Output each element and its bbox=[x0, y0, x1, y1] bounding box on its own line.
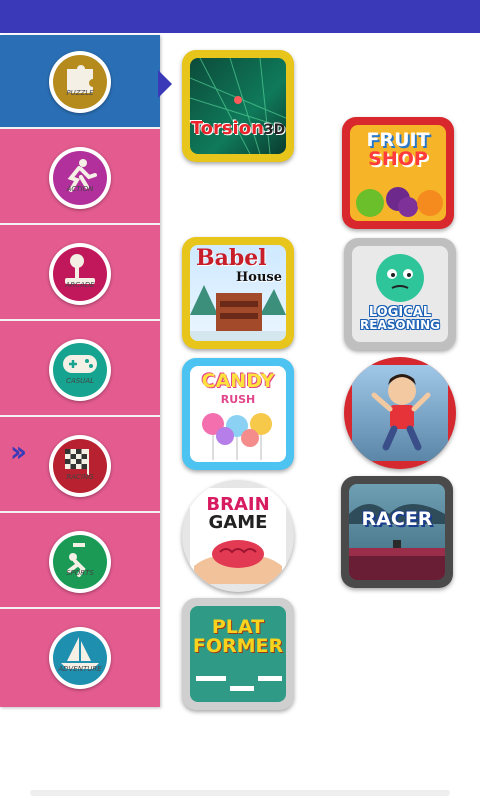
category-label: ARCADE bbox=[65, 281, 95, 289]
game-title: CANDY RUSH bbox=[201, 370, 275, 406]
game-candy-rush[interactable]: CANDY RUSH bbox=[182, 358, 294, 470]
puzzle-badge: PUZZLE bbox=[49, 51, 111, 113]
grid-tunnel-icon bbox=[190, 58, 286, 154]
game-fruit-shop[interactable]: FRUIT SHOP bbox=[342, 117, 454, 229]
category-sidebar: PUZZLE ACTION ARCADE CASUAL RACING SPORT… bbox=[0, 35, 160, 707]
category-action[interactable]: ACTION bbox=[0, 131, 160, 225]
game-title: FRUIT SHOP bbox=[366, 129, 430, 170]
category-arcade[interactable]: ARCADE bbox=[0, 227, 160, 321]
action-badge: ACTION bbox=[49, 147, 111, 209]
game-title: Torsion3D bbox=[190, 118, 286, 139]
game-title: PLAT FORMER bbox=[192, 616, 284, 657]
action-icon bbox=[67, 159, 97, 192]
sports-icon bbox=[67, 543, 86, 577]
empty-slot bbox=[340, 45, 458, 105]
game-title: RACER bbox=[361, 508, 433, 530]
game-title: BRAIN GAME bbox=[206, 494, 270, 533]
category-racing[interactable]: RACING bbox=[0, 419, 160, 513]
adventure-icon bbox=[61, 637, 99, 669]
game-thumbnail bbox=[352, 365, 448, 461]
game-torsion-3d[interactable]: Torsion3D bbox=[182, 50, 294, 162]
category-label: RACING bbox=[66, 473, 94, 481]
status-bar bbox=[0, 0, 480, 33]
selected-category-pointer bbox=[158, 70, 172, 98]
category-label: SPORTS bbox=[66, 569, 94, 577]
game-brain-game[interactable]: BRAIN GAME bbox=[182, 480, 294, 592]
racing-badge: RACING bbox=[49, 435, 111, 497]
arcade-icon bbox=[65, 254, 95, 284]
game-racer[interactable]: RACER bbox=[341, 476, 453, 588]
game-title: Babel House bbox=[196, 245, 282, 285]
category-sports[interactable]: SPORTS bbox=[0, 515, 160, 609]
category-label: ACTION bbox=[66, 185, 94, 193]
category-puzzle[interactable]: PUZZLE bbox=[0, 35, 160, 129]
category-label: CASUAL bbox=[66, 377, 94, 385]
game-boy-adventure[interactable] bbox=[344, 357, 456, 469]
puzzle-icon bbox=[67, 65, 93, 93]
casual-badge: CASUAL bbox=[49, 339, 111, 401]
double-chevron-right-icon: ›› bbox=[10, 435, 27, 468]
bottom-scroll-indicator bbox=[30, 790, 450, 796]
racer-scene-icon bbox=[349, 504, 445, 580]
game-babel-house[interactable]: Babel House bbox=[182, 237, 294, 349]
game-title: LOGICAL REASONING bbox=[360, 305, 440, 332]
category-adventure[interactable]: ADVENTURE bbox=[0, 611, 160, 705]
game-logical-reasoning[interactable]: LOGICAL REASONING bbox=[344, 238, 456, 350]
racing-icon bbox=[65, 449, 89, 475]
category-label: ADVENTURE bbox=[58, 665, 102, 673]
adventure-badge: ADVENTURE bbox=[49, 627, 111, 689]
sports-badge: SPORTS bbox=[49, 531, 111, 593]
category-casual[interactable]: CASUAL bbox=[0, 323, 160, 417]
game-thumbnail bbox=[349, 484, 445, 580]
game-platformer[interactable]: PLAT FORMER bbox=[182, 598, 294, 710]
casual-icon bbox=[63, 355, 97, 373]
jumping-boy-icon bbox=[371, 374, 431, 451]
game-thumbnail bbox=[190, 58, 286, 154]
category-label: PUZZLE bbox=[66, 89, 94, 97]
arcade-badge: ARCADE bbox=[49, 243, 111, 305]
